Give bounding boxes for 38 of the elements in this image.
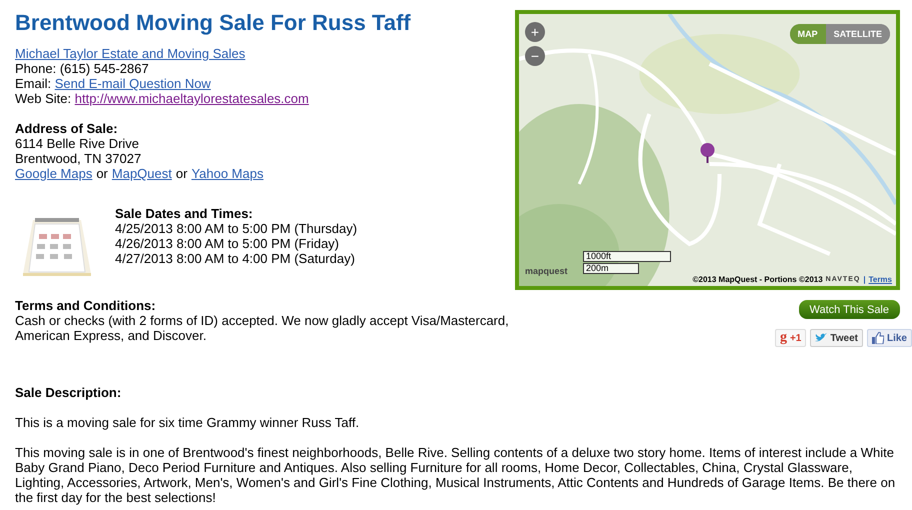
separator-text: | — [863, 275, 866, 285]
google-plus-button[interactable]: g +1 — [774, 329, 806, 347]
address-line: 6114 Belle Rive Drive — [15, 136, 140, 151]
email-label: Email: — [15, 76, 52, 91]
address-heading: Address of Sale: — [15, 121, 119, 136]
phone-number: (615) 545-2867 — [60, 61, 149, 76]
bird-icon — [815, 333, 828, 343]
scale-bar: 1000ft — [583, 251, 671, 262]
map-link[interactable]: MapQuest — [112, 166, 172, 181]
tweet-button[interactable]: Tweet — [810, 329, 863, 347]
map-logo: mapquest — [525, 266, 568, 276]
terms-heading: Terms and Conditions: — [15, 298, 157, 313]
thumbs-up-icon — [872, 332, 884, 344]
terms-link[interactable]: Terms — [868, 275, 892, 285]
sale-date-line: 4/26/2013 8:00 AM to 5:00 PM (Friday) — [115, 236, 340, 251]
phone-label: Phone: — [15, 61, 56, 76]
watch-sale-button[interactable]: Watch This Sale — [798, 300, 900, 319]
address-line: Brentwood, TN 37027 — [15, 151, 142, 166]
description-heading: Sale Description: — [15, 385, 122, 400]
sale-date-line: 4/27/2013 8:00 AM to 4:00 PM (Saturday) — [115, 251, 356, 266]
website-link[interactable]: http://www.michaeltaylorestatesales.com — [74, 91, 309, 106]
description-paragraph: This is a moving sale for six time Grammy winner Russ Taff. — [15, 415, 360, 430]
sale-date-line: 4/25/2013 8:00 AM to 5:00 PM (Thursday) — [115, 221, 358, 236]
map-copyright: ©2013 MapQuest - Portions ©2013 — [692, 275, 823, 285]
company-link[interactable]: Michael Taylor Estate and Moving Sales — [15, 46, 246, 61]
sale-title: Brentwood Moving Sale For Russ Taff — [15, 10, 412, 36]
map-type-tab[interactable]: MAP — [790, 24, 826, 44]
separator-text: or — [176, 166, 188, 181]
email-link[interactable]: Send E-mail Question Now — [54, 76, 211, 91]
dates-heading: Sale Dates and Times: — [115, 206, 254, 221]
website-label: Web Site: — [15, 91, 72, 106]
scale-bar: 200m — [583, 263, 639, 274]
like-button[interactable]: Like — [866, 329, 912, 347]
map-link[interactable]: Google Maps — [15, 166, 92, 181]
description-paragraph: This moving sale is in one of Brentwood's finest neighborhoods, Belle Rive. Selling contents of a deluxe two story home. Items of interest include a White Baby Grand Piano, Deco Period Furniture and Antiques. Also selling Furniture for all rooms, Home Decor, Collectables, China, Crystal Glassware, Lighting, Accessories, Artwork, Men's, Women's and Girl's Fine Clothing, Musical Instruments, Attic Contents and Hundreds of Garage Items. Be there on the first day for the best selections! — [15, 445, 896, 505]
map-link[interactable]: Yahoo Maps — [191, 166, 264, 181]
separator-text: or — [96, 166, 108, 181]
terms-text: Cash or checks (with 2 forms of ID) accepted. We now gladly accept Visa/Mastercard, American Express, and Discover. — [15, 313, 510, 343]
